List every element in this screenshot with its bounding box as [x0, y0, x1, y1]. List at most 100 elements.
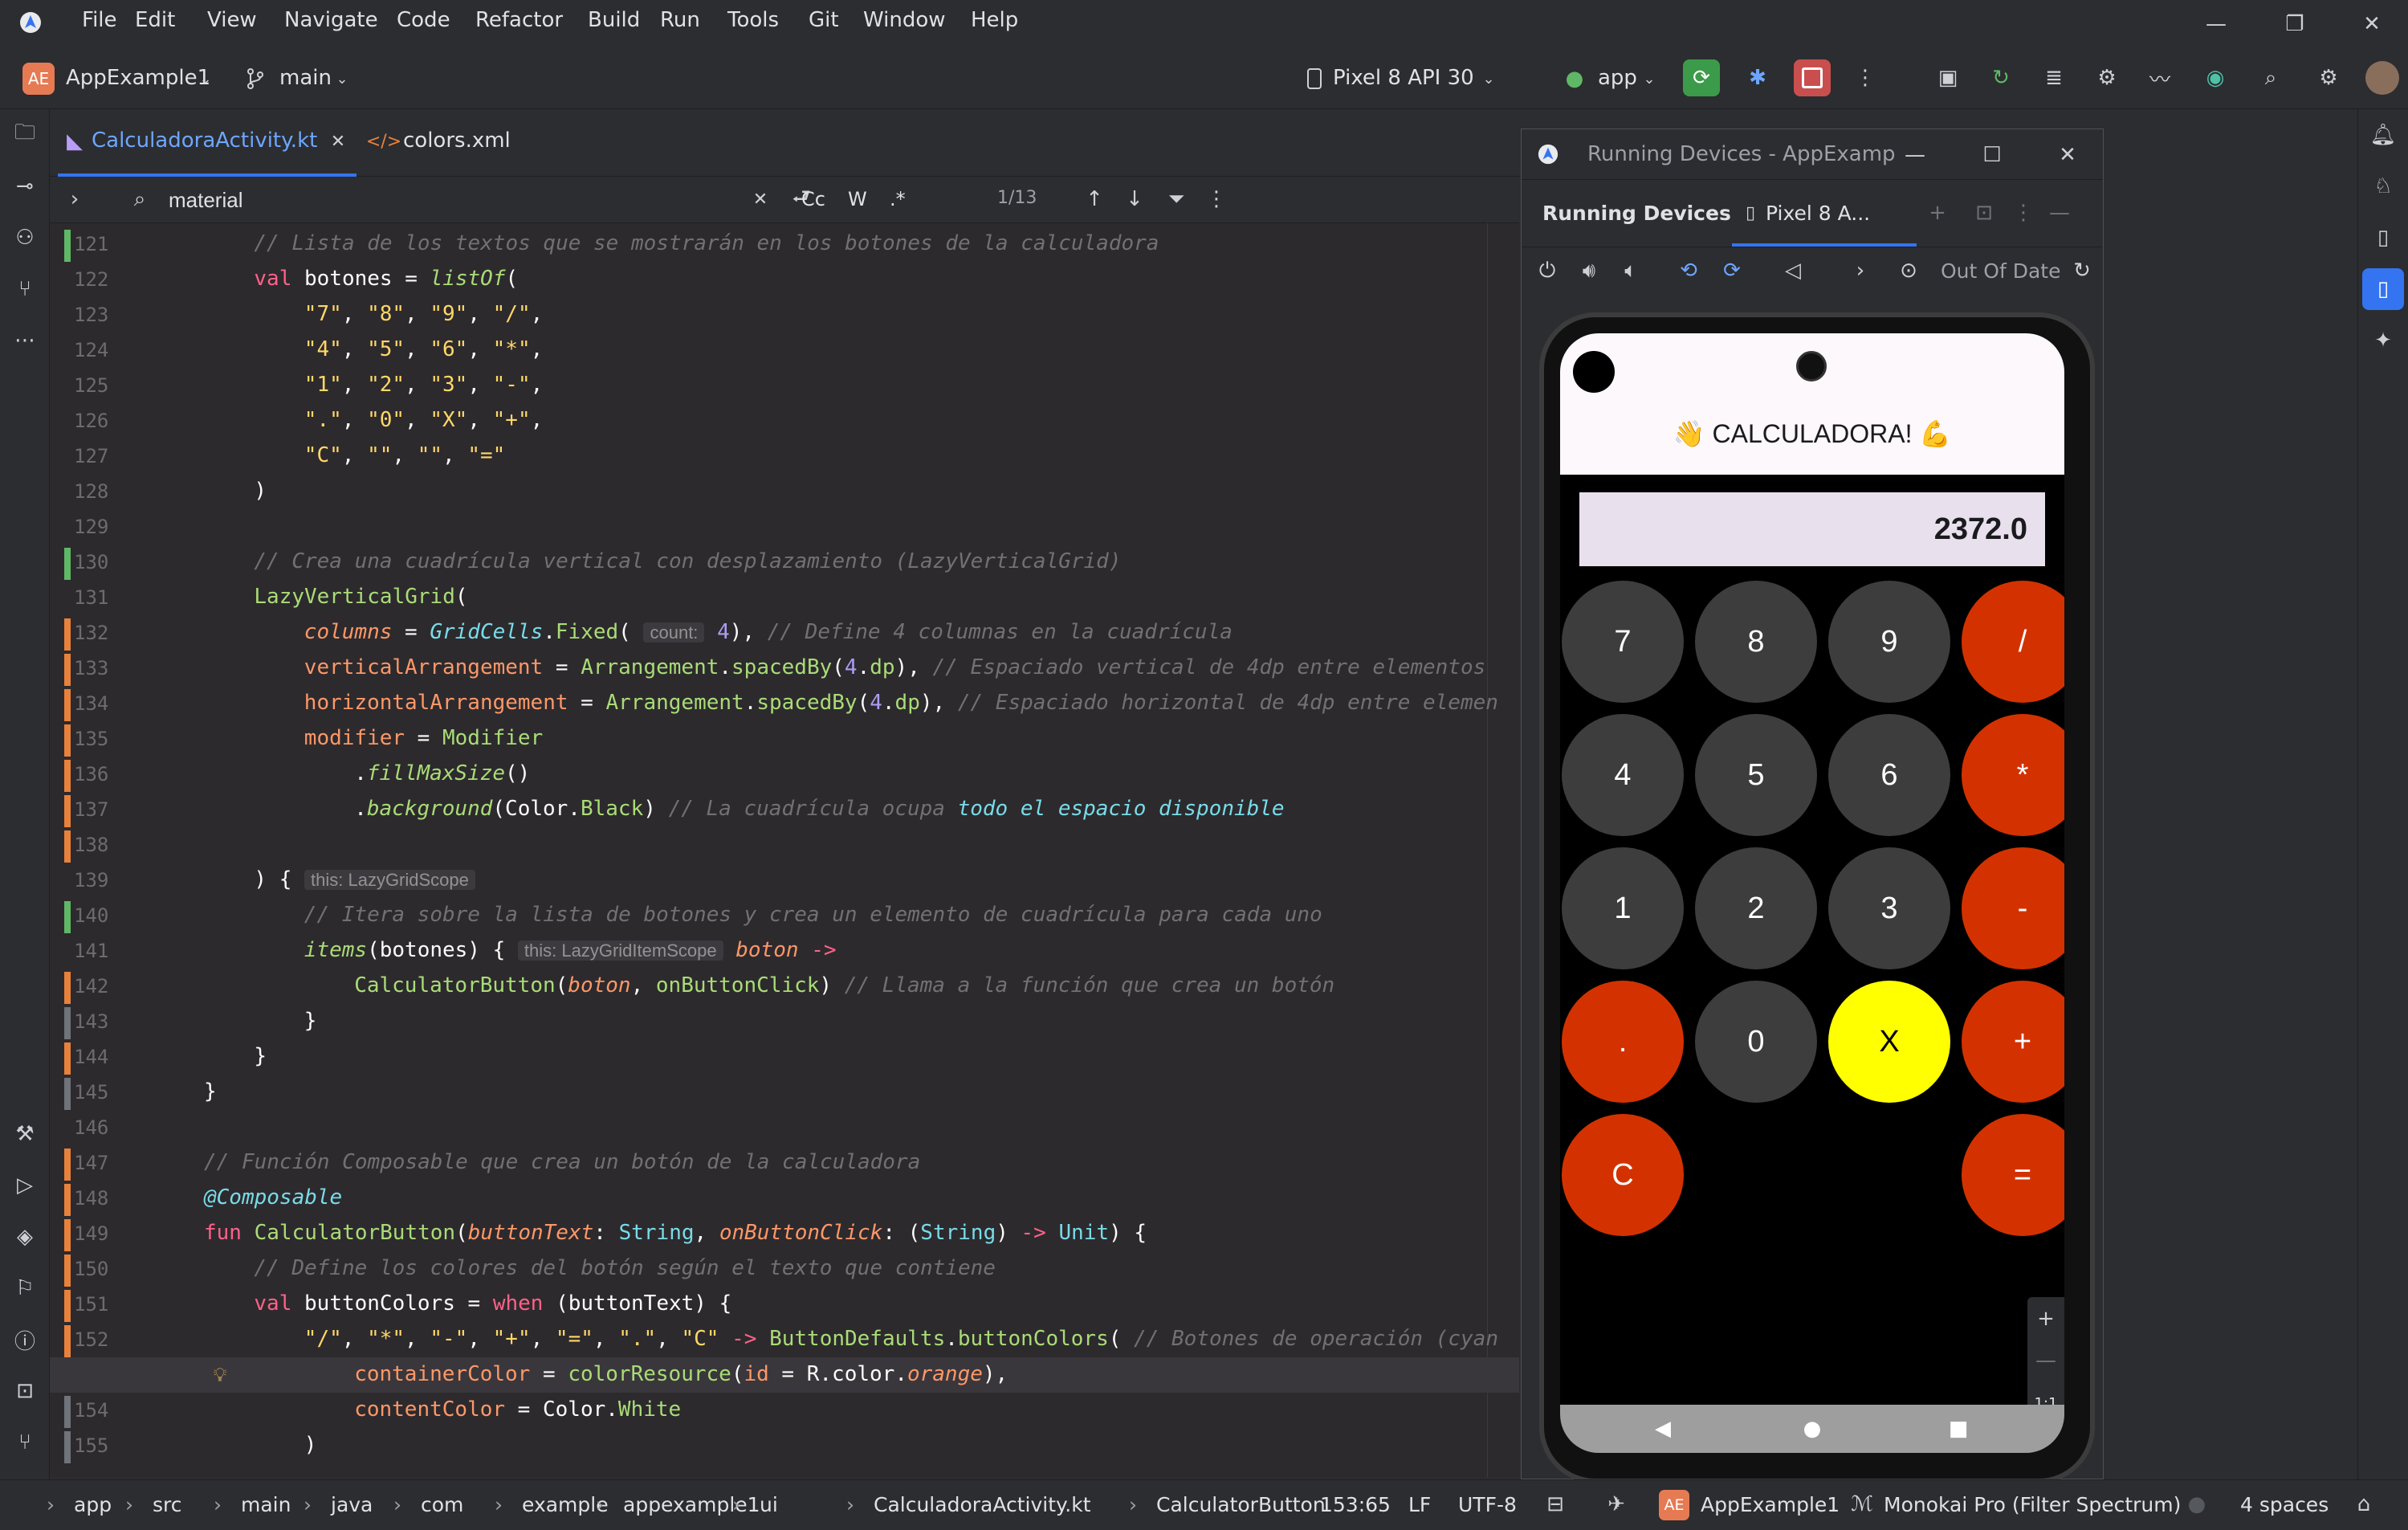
filter-icon[interactable]: ⏷: [1163, 185, 1190, 214]
device-manager-icon[interactable]: ▣: [1930, 59, 1966, 96]
power-save-icon[interactable]: ✈: [1603, 1490, 1630, 1519]
volume-up-icon[interactable]: 🔊︎: [1575, 256, 1603, 285]
vcs-change-marker[interactable]: [64, 724, 71, 757]
settings-gear-icon[interactable]: ⚙: [2312, 59, 2345, 96]
vcs-change-marker[interactable]: [64, 1290, 71, 1322]
app-quality-icon[interactable]: ⚐: [9, 1272, 41, 1304]
project-folder-icon[interactable]: 🗀: [9, 119, 41, 151]
add-device-plus-icon[interactable]: +: [1923, 198, 1952, 227]
vcs-change-marker[interactable]: [64, 1255, 71, 1287]
screenshot-icon[interactable]: ⊙: [1894, 256, 1923, 285]
calc-button-decimal[interactable]: .: [1562, 981, 1684, 1103]
calc-button-multiply[interactable]: *: [1962, 714, 2064, 836]
calc-button-8[interactable]: 8: [1695, 581, 1817, 703]
more-options-icon[interactable]: ⋮: [2011, 198, 2035, 227]
vcs-change-marker[interactable]: [64, 1007, 71, 1039]
logcat-icon[interactable]: ≣: [2036, 59, 2072, 96]
vcs-change-marker[interactable]: [64, 760, 71, 792]
breadcrumb-item[interactable]: ui: [760, 1493, 778, 1516]
vcs-change-marker[interactable]: [64, 901, 71, 933]
breadcrumb-item[interactable]: src: [153, 1493, 182, 1516]
vcs-change-marker[interactable]: [64, 1396, 71, 1428]
nav-recents-icon[interactable]: ■: [1942, 1413, 1974, 1445]
pull-requests-icon[interactable]: ⑂: [9, 273, 41, 305]
calc-button-0[interactable]: 0: [1695, 981, 1817, 1103]
project-name[interactable]: AppExample1: [1701, 1493, 1840, 1516]
minimize-window-icon[interactable]: —: [2200, 8, 2232, 40]
problems-icon[interactable]: ⓘ: [9, 1324, 41, 1356]
branch-selector[interactable]: main: [279, 66, 332, 90]
menu-code[interactable]: Code: [397, 8, 450, 32]
menu-file[interactable]: File: [82, 8, 117, 32]
gradle-elephant-icon[interactable]: ♘: [2367, 170, 2399, 202]
menu-view[interactable]: View: [207, 8, 257, 32]
menu-refactor[interactable]: Refactor: [475, 8, 563, 32]
search-icon[interactable]: ⌕: [2255, 59, 2287, 96]
calc-button-2[interactable]: 2: [1695, 847, 1817, 969]
project-selector[interactable]: AppExample1: [66, 66, 210, 90]
run-config-selector[interactable]: app: [1598, 66, 1637, 90]
calc-button-c[interactable]: C: [1562, 1114, 1684, 1236]
calc-button-1[interactable]: 1: [1562, 847, 1684, 969]
vcs-change-marker[interactable]: [64, 972, 71, 1004]
vcs-change-marker[interactable]: [64, 1431, 71, 1463]
run-icon[interactable]: ▷: [9, 1169, 41, 1202]
calc-button-7[interactable]: 7: [1562, 581, 1684, 703]
nav-home-icon[interactable]: ●: [1796, 1413, 1828, 1445]
gemini-icon[interactable]: ◉: [2202, 59, 2229, 96]
apply-changes-button[interactable]: ⟳: [1683, 59, 1720, 96]
notifications-bell-icon[interactable]: 🔔︎: [2367, 119, 2399, 151]
clear-search-icon[interactable]: ✕: [748, 186, 772, 212]
more-options-icon[interactable]: ⋮: [1204, 185, 1228, 214]
breadcrumb-item[interactable]: CalculadoraActivity.kt: [874, 1493, 1091, 1516]
vcs-change-marker[interactable]: [64, 548, 71, 580]
vcs-change-marker[interactable]: [64, 795, 71, 827]
vcs-change-marker[interactable]: [64, 618, 71, 651]
snapshot-icon[interactable]: ⊡: [1970, 198, 1999, 227]
more-tools-icon[interactable]: ⋯: [9, 324, 41, 357]
version-control-icon[interactable]: ⑂: [9, 1426, 41, 1459]
debug-icon[interactable]: ✱: [1739, 59, 1776, 96]
hide-panel-icon[interactable]: —: [2045, 198, 2074, 227]
vcs-change-marker[interactable]: [64, 1325, 71, 1357]
vcs-change-marker[interactable]: [64, 1149, 71, 1181]
calc-button-3[interactable]: 3: [1828, 847, 1950, 969]
calc-button-plus[interactable]: +: [1962, 981, 2064, 1103]
profiler-icon[interactable]: 〰: [2142, 59, 2178, 96]
tab-colors-xml[interactable]: </> colors.xml: [365, 109, 557, 177]
stop-button[interactable]: [1794, 59, 1831, 96]
menu-git[interactable]: Git: [809, 8, 839, 32]
vcs-change-marker[interactable]: [64, 689, 71, 721]
refresh-icon[interactable]: ↻: [2068, 256, 2096, 285]
breadcrumb-item[interactable]: com: [421, 1493, 463, 1516]
restore-window-icon[interactable]: ❐: [2279, 8, 2311, 40]
minimize-window-icon[interactable]: —: [1899, 139, 1931, 171]
calc-button-5[interactable]: 5: [1695, 714, 1817, 836]
breadcrumb-item[interactable]: java: [331, 1493, 373, 1516]
vcs-change-marker[interactable]: [64, 1078, 71, 1110]
whole-words-toggle[interactable]: W: [848, 188, 867, 210]
lightbulb-intention-icon[interactable]: 💡︎: [209, 1361, 231, 1389]
vcs-change-marker[interactable]: [64, 1042, 71, 1075]
search-input[interactable]: [167, 183, 524, 217]
running-devices-icon[interactable]: ▯: [2362, 268, 2404, 310]
device-manager-icon[interactable]: ▯: [2367, 222, 2399, 254]
regex-toggle[interactable]: .*: [890, 188, 906, 210]
calc-button-6[interactable]: 6: [1828, 714, 1950, 836]
caret-position[interactable]: 153:65: [1320, 1493, 1391, 1516]
tab-pixel-8[interactable]: ▯ Pixel 8 A...: [1732, 179, 1917, 247]
vcs-change-marker[interactable]: [64, 1219, 71, 1251]
more-actions-icon[interactable]: ⋮: [1852, 59, 1879, 96]
calc-button-x[interactable]: X: [1828, 981, 1950, 1103]
previous-occurrence-arrow-up-icon[interactable]: ↑: [1081, 185, 1108, 214]
app-inspection-icon[interactable]: ⚙: [2089, 59, 2125, 96]
menu-tools[interactable]: Tools: [727, 8, 779, 32]
terminal-icon[interactable]: ⊡: [9, 1375, 41, 1407]
read-only-toggle-icon[interactable]: ⊟: [1542, 1490, 1569, 1519]
menu-build[interactable]: Build: [588, 8, 640, 32]
expand-replace-chevron-icon[interactable]: ›: [63, 185, 87, 214]
breadcrumb-item[interactable]: main: [241, 1493, 291, 1516]
file-encoding[interactable]: UTF-8: [1458, 1493, 1517, 1516]
menu-help[interactable]: Help: [971, 8, 1018, 32]
menu-edit[interactable]: Edit: [135, 8, 175, 32]
